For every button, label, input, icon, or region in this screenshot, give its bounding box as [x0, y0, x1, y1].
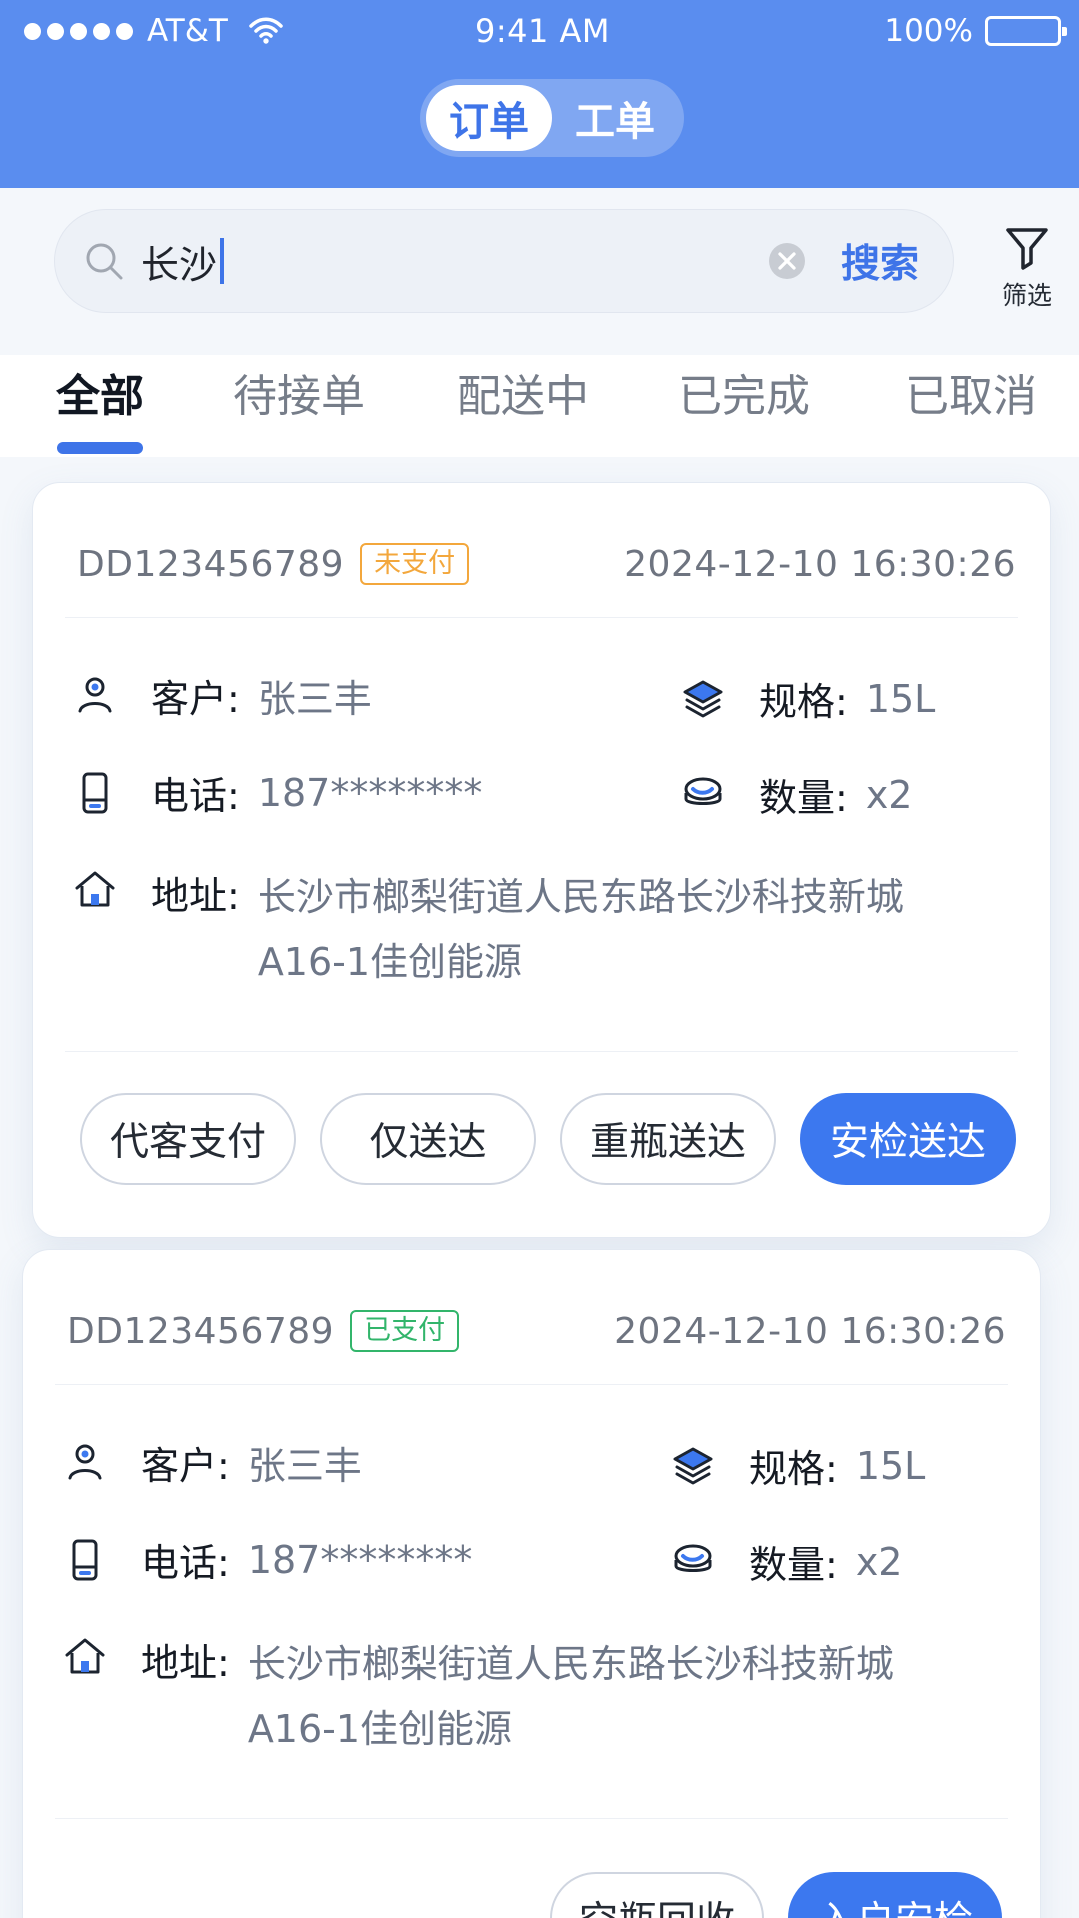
- quantity-icon: [684, 777, 722, 805]
- safety-check-delivery-button[interactable]: 安检送达: [800, 1093, 1016, 1185]
- order-datetime: 2024-12-10 16:30:26: [614, 1310, 1006, 1352]
- order-datetime: 2024-12-10 16:30:26: [624, 543, 1016, 585]
- text-caret: [220, 238, 225, 284]
- clear-icon[interactable]: [767, 241, 807, 281]
- spec-row: 规格: 15L: [679, 671, 935, 726]
- app-screenshot: AT&T 9:41 AM 100% 订单 工单 长沙 搜索 筛选 全部 待接单 …: [0, 0, 1079, 1918]
- status-bar: AT&T 9:41 AM 100%: [24, 8, 1067, 54]
- card-divider: [65, 1051, 1018, 1052]
- address-label: 地址:: [151, 874, 240, 918]
- address-label: 地址:: [141, 1641, 230, 1685]
- payment-status-badge: 未支付: [360, 543, 470, 585]
- search-button[interactable]: 搜索: [841, 233, 919, 289]
- user-icon: [68, 1444, 102, 1479]
- battery-group: 100%: [884, 8, 1067, 54]
- segment-work-orders[interactable]: 工单: [552, 85, 678, 151]
- order-type-segmented-control: 订单 工单: [420, 79, 684, 157]
- customer-label: 客户:: [151, 677, 240, 721]
- address-value: 长沙市榔梨街道人民东路长沙科技新城A16-1佳创能源: [247, 1642, 894, 1751]
- spec-label: 规格:: [749, 1447, 838, 1491]
- segment-orders[interactable]: 订单: [426, 85, 552, 151]
- quantity-label: 数量:: [759, 776, 848, 820]
- tab-cancelled[interactable]: 已取消: [905, 360, 1037, 424]
- order-card-header: DD123456789 已支付 2024-12-10 16:30:26: [67, 1304, 1006, 1358]
- pay-for-customer-button[interactable]: 代客支付: [80, 1093, 296, 1185]
- tab-completed[interactable]: 已完成: [678, 360, 810, 424]
- card-divider: [55, 1384, 1008, 1385]
- phone-icon: [82, 772, 108, 813]
- filter-button[interactable]: 筛选: [995, 223, 1059, 312]
- customer-value: 张三丰: [257, 677, 372, 721]
- order-number: DD123456789: [67, 1310, 335, 1352]
- phone-value: 187********: [257, 770, 483, 815]
- order-list-screen: AT&T 9:41 AM 100% 订单 工单 长沙 搜索 筛选 全部 待接单 …: [0, 0, 1079, 1918]
- payment-status-badge: 已支付: [350, 1310, 460, 1352]
- layers-icon: [673, 1447, 713, 1484]
- home-icon: [75, 871, 115, 907]
- filter-icon: [1006, 228, 1048, 270]
- spec-value: 15L: [855, 1443, 926, 1488]
- spec-label: 规格:: [759, 680, 848, 724]
- quantity-label: 数量:: [749, 1543, 838, 1587]
- blue-header: AT&T 9:41 AM 100% 订单 工单: [0, 0, 1079, 188]
- layers-icon: [683, 680, 723, 717]
- user-icon: [78, 677, 112, 712]
- battery-icon: [985, 16, 1067, 46]
- order-number: DD123456789: [77, 543, 345, 585]
- quantity-value: x2: [865, 772, 913, 817]
- deliver-only-button[interactable]: 仅送达: [320, 1093, 536, 1185]
- card-divider: [55, 1818, 1008, 1819]
- tab-all[interactable]: 全部: [56, 360, 144, 424]
- battery-percent: 100%: [884, 13, 973, 49]
- card-divider: [65, 617, 1018, 618]
- empty-bottle-recycle-button[interactable]: 空瓶回收: [550, 1872, 764, 1918]
- customer-row: 客户: 张三丰: [71, 668, 372, 723]
- tab-delivering[interactable]: 配送中: [457, 360, 589, 424]
- search-input[interactable]: 长沙 搜索: [54, 209, 954, 313]
- phone-value: 187********: [247, 1537, 473, 1582]
- search-icon: [86, 243, 123, 280]
- order-card: DD123456789 已支付 2024-12-10 16:30:26 客户: …: [22, 1249, 1041, 1918]
- order-card-header: DD123456789 未支付 2024-12-10 16:30:26: [77, 537, 1016, 591]
- tab-pending[interactable]: 待接单: [233, 360, 365, 424]
- phone-icon: [72, 1539, 98, 1580]
- order-actions: 代客支付 仅送达 重瓶送达 安检送达: [80, 1093, 1016, 1185]
- phone-row: 电话: 187********: [71, 765, 482, 820]
- quantity-row: 数量: x2: [669, 1534, 902, 1589]
- quantity-value: x2: [855, 1539, 903, 1584]
- home-icon: [65, 1638, 105, 1674]
- full-bottle-delivery-button[interactable]: 重瓶送达: [560, 1093, 776, 1185]
- order-actions: 空瓶回收 入户安检: [550, 1872, 1002, 1918]
- spec-row: 规格: 15L: [669, 1438, 925, 1493]
- spec-value: 15L: [865, 676, 936, 721]
- customer-label: 客户:: [141, 1444, 230, 1488]
- phone-row: 电话: 187********: [61, 1532, 472, 1587]
- address-row: 地址: 长沙市榔梨街道人民东路长沙科技新城A16-1佳创能源: [61, 1632, 958, 1762]
- order-card: DD123456789 未支付 2024-12-10 16:30:26 客户: …: [32, 482, 1051, 1238]
- address-value: 长沙市榔梨街道人民东路长沙科技新城A16-1佳创能源: [257, 875, 904, 984]
- filter-label: 筛选: [1001, 281, 1052, 310]
- address-row: 地址: 长沙市榔梨街道人民东路长沙科技新城A16-1佳创能源: [71, 865, 968, 995]
- quantity-row: 数量: x2: [679, 767, 912, 822]
- active-tab-indicator: [57, 442, 143, 454]
- home-safety-check-button[interactable]: 入户安检: [788, 1872, 1002, 1918]
- phone-label: 电话:: [141, 1541, 230, 1585]
- search-row: 长沙 搜索 筛选: [54, 209, 1054, 319]
- quantity-icon: [674, 1544, 712, 1572]
- phone-label: 电话:: [151, 774, 240, 818]
- customer-value: 张三丰: [247, 1444, 362, 1488]
- order-status-tabs: 全部 待接单 配送中 已完成 已取消: [0, 355, 1079, 457]
- customer-row: 客户: 张三丰: [61, 1435, 362, 1490]
- search-value[interactable]: 长沙: [141, 234, 217, 289]
